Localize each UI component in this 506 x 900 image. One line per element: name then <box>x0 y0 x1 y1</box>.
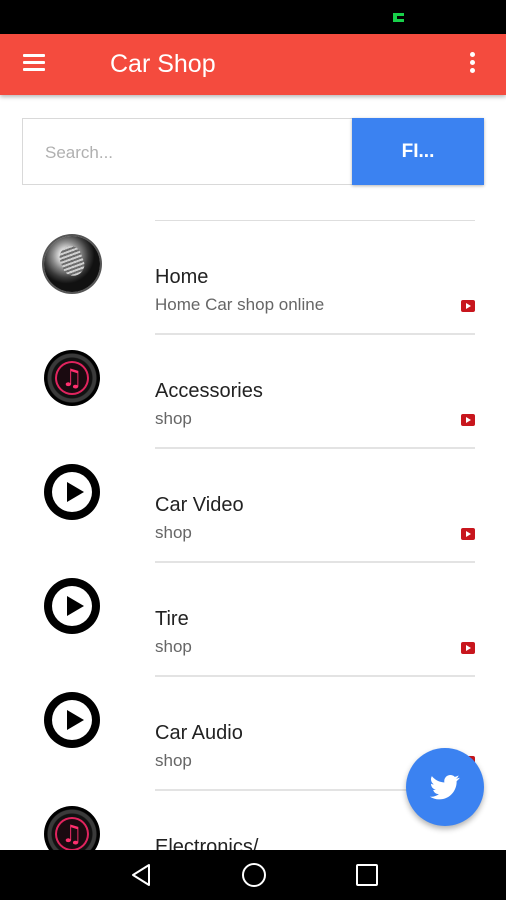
search-box <box>22 118 352 185</box>
hamburger-menu-icon[interactable] <box>23 54 45 74</box>
back-icon[interactable] <box>130 863 152 887</box>
youtube-play-icon <box>461 528 475 540</box>
item-title: Accessories <box>155 380 263 402</box>
find-button[interactable]: FI... <box>352 118 484 185</box>
item-subtitle: shop <box>155 637 192 656</box>
twitter-share-button[interactable] <box>406 748 484 826</box>
item-title: Home <box>155 266 209 288</box>
item-title: Car Video <box>155 494 244 516</box>
music-note-icon: ♫ <box>44 806 100 850</box>
home-icon[interactable] <box>242 863 266 887</box>
list-item-accessories[interactable]: ♫ Accessories shop <box>0 334 506 449</box>
status-bar <box>0 0 506 34</box>
app-title: Car Shop <box>110 50 216 78</box>
microphone-icon <box>44 236 100 292</box>
recent-apps-icon[interactable] <box>356 864 378 886</box>
play-icon <box>44 464 100 520</box>
list-item-tire[interactable]: Tire shop <box>0 562 506 677</box>
item-title: Car Audio <box>155 722 243 744</box>
item-subtitle: shop <box>155 523 192 542</box>
youtube-play-icon <box>461 414 475 426</box>
play-icon <box>44 578 100 634</box>
youtube-play-icon <box>461 300 475 312</box>
navigation-bar <box>0 850 506 900</box>
item-subtitle: Home Car shop online <box>155 295 325 314</box>
more-vert-icon[interactable] <box>464 52 480 78</box>
item-title: Electronics/ <box>155 836 259 850</box>
battery-icon <box>393 13 404 22</box>
music-note-icon: ♫ <box>44 350 100 406</box>
list-item-home[interactable]: Home Home Car shop online <box>0 220 506 335</box>
list-item-car-video[interactable]: Car Video shop <box>0 448 506 563</box>
search-input[interactable] <box>45 141 335 165</box>
youtube-play-icon <box>461 642 475 654</box>
item-subtitle: shop <box>155 409 192 428</box>
twitter-bird-icon <box>429 775 460 800</box>
item-title: Tire <box>155 608 189 630</box>
item-subtitle: shop <box>155 751 192 770</box>
app-bar: Car Shop <box>0 34 506 95</box>
play-icon <box>44 692 100 748</box>
